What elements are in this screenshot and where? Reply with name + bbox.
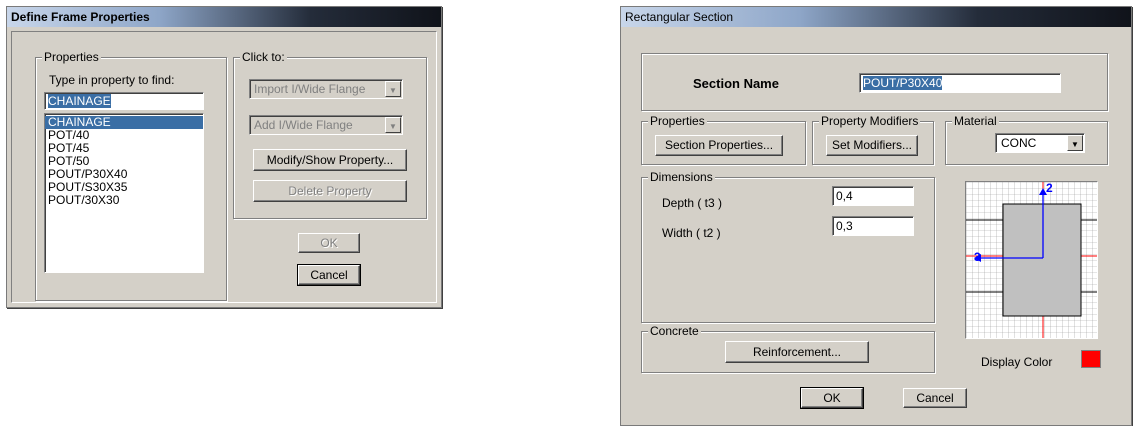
section-name-input[interactable]: POUT/P30X40 bbox=[859, 73, 1061, 93]
section-name-label: Section Name bbox=[693, 76, 779, 91]
property-modifiers-group-label: Property Modifiers bbox=[819, 114, 921, 128]
depth-input[interactable]: 0,4 bbox=[832, 186, 914, 206]
find-property-value: CHAINAGE bbox=[48, 94, 111, 108]
section-preview: 2 3 bbox=[965, 181, 1098, 339]
material-combo[interactable]: CONC ▼ bbox=[995, 133, 1085, 153]
concrete-group-label: Concrete bbox=[648, 324, 701, 338]
depth-label: Depth ( t3 ) bbox=[662, 196, 723, 210]
list-item[interactable]: POUT/30X30 bbox=[45, 194, 203, 207]
add-section-combo[interactable]: Add I/Wide Flange ▼ bbox=[249, 115, 403, 135]
cancel-button[interactable]: Cancel bbox=[903, 388, 967, 408]
click-to-group-label: Click to: bbox=[240, 50, 287, 64]
dialog-title: Define Frame Properties bbox=[7, 7, 441, 27]
display-color-label: Display Color bbox=[981, 355, 1053, 369]
import-section-combo[interactable]: Import I/Wide Flange ▼ bbox=[249, 79, 403, 99]
ok-button[interactable]: OK bbox=[800, 387, 864, 409]
material-value: CONC bbox=[1001, 136, 1037, 150]
chevron-down-icon[interactable]: ▼ bbox=[385, 81, 401, 97]
ok-button[interactable]: OK bbox=[298, 233, 360, 253]
axis-2-label: 2 bbox=[1046, 181, 1053, 195]
width-label: Width ( t2 ) bbox=[662, 226, 721, 240]
cancel-button[interactable]: Cancel bbox=[297, 264, 361, 286]
find-label: Type in property to find: bbox=[49, 73, 175, 87]
find-property-input[interactable]: CHAINAGE bbox=[44, 92, 204, 110]
axis-3-label: 3 bbox=[974, 250, 981, 264]
dimensions-group-label: Dimensions bbox=[648, 170, 715, 184]
section-properties-button[interactable]: Section Properties... bbox=[655, 135, 783, 156]
set-modifiers-button[interactable]: Set Modifiers... bbox=[826, 135, 918, 156]
display-color-swatch[interactable] bbox=[1081, 350, 1101, 368]
chevron-down-icon[interactable]: ▼ bbox=[385, 117, 401, 133]
import-section-value: Import I/Wide Flange bbox=[254, 82, 366, 96]
properties-group-label: Properties bbox=[42, 50, 101, 64]
rectangular-section-dialog: Rectangular Section Section Name POUT/P3… bbox=[620, 6, 1132, 426]
dialog-title: Rectangular Section bbox=[621, 7, 1131, 27]
property-list[interactable]: CHAINAGE POT/40 POT/45 POT/50 POUT/P30X4… bbox=[44, 113, 204, 273]
section-rectangle bbox=[1002, 203, 1082, 317]
add-section-value: Add I/Wide Flange bbox=[254, 118, 353, 132]
section-preview-drawing bbox=[966, 182, 1097, 338]
properties-group-label: Properties bbox=[648, 114, 707, 128]
chevron-down-icon[interactable]: ▼ bbox=[1067, 135, 1083, 151]
material-group-label: Material bbox=[952, 114, 999, 128]
width-input[interactable]: 0,3 bbox=[832, 216, 914, 236]
section-name-value: POUT/P30X40 bbox=[863, 76, 943, 90]
define-frame-properties-dialog: Define Frame Properties Properties Type … bbox=[6, 6, 442, 308]
modify-show-property-button[interactable]: Modify/Show Property... bbox=[253, 149, 407, 171]
reinforcement-button[interactable]: Reinforcement... bbox=[725, 341, 869, 363]
delete-property-button[interactable]: Delete Property bbox=[253, 180, 407, 202]
